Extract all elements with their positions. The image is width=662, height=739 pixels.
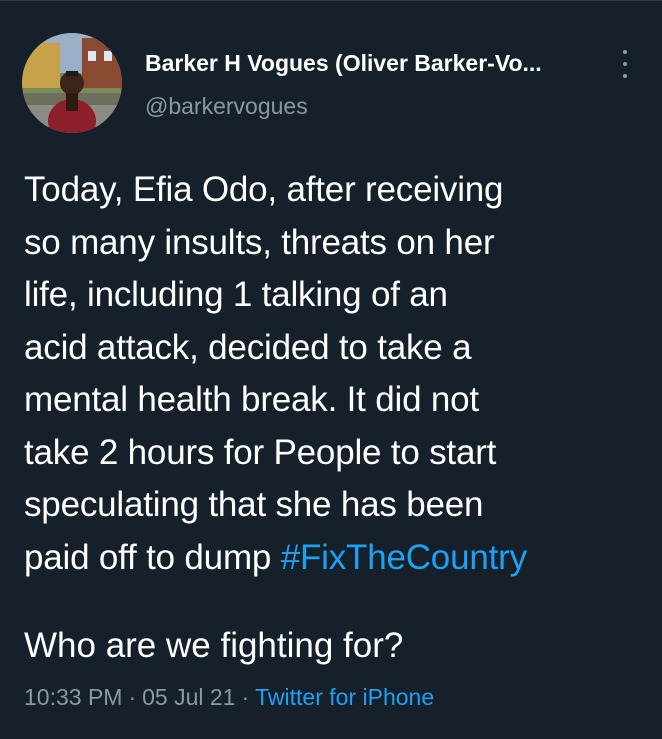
- meta-separator: ·: [128, 684, 137, 710]
- tweet-line: so many insults, threats on her: [24, 222, 495, 262]
- tweet-card: Barker H Vogues (Oliver Barker-Vo... @ba…: [0, 0, 662, 739]
- author-display-name[interactable]: Barker H Vogues (Oliver Barker-Vo...: [145, 49, 542, 77]
- tweet-line-prefix: paid off to dump: [24, 537, 281, 577]
- tweet-line: Today, Efia Odo, after receiving: [24, 170, 504, 209]
- meta-separator: ·: [241, 684, 250, 710]
- avatar[interactable]: [22, 33, 122, 133]
- tweet-line: mental health break. It did not: [24, 380, 479, 419]
- more-vertical-icon: [623, 62, 627, 66]
- tweet-line: take 2 hours for People to start: [24, 432, 497, 472]
- avatar-photo: [22, 33, 122, 133]
- tweet-line: life, including 1 talking of an: [24, 275, 448, 314]
- tweet-meta: 10:33 PM · 05 Jul 21 · Twitter for iPhone: [24, 683, 434, 711]
- hashtag-link[interactable]: #FixTheCountry: [281, 538, 527, 577]
- tweet-line: speculating that she has been: [24, 485, 484, 524]
- tweet-question: Who are we fighting for?: [24, 626, 404, 665]
- tweet-line-last: paid off to dump #FixTheCountry: [24, 532, 644, 585]
- tweet-line: acid attack, decided to take a: [24, 327, 472, 367]
- tweet-date[interactable]: 05 Jul 21: [142, 684, 235, 710]
- tweet-source-link[interactable]: Twitter for iPhone: [255, 684, 434, 710]
- tweet-body: Today, Efia Odo, after receiving so many…: [24, 164, 644, 584]
- more-vertical-icon: [623, 50, 627, 54]
- more-vertical-icon: [623, 74, 627, 78]
- author-handle[interactable]: @barkervogues: [145, 92, 308, 120]
- tweet-time[interactable]: 10:33 PM: [24, 684, 122, 710]
- more-options-button[interactable]: [613, 50, 637, 78]
- divider: [0, 0, 662, 1]
